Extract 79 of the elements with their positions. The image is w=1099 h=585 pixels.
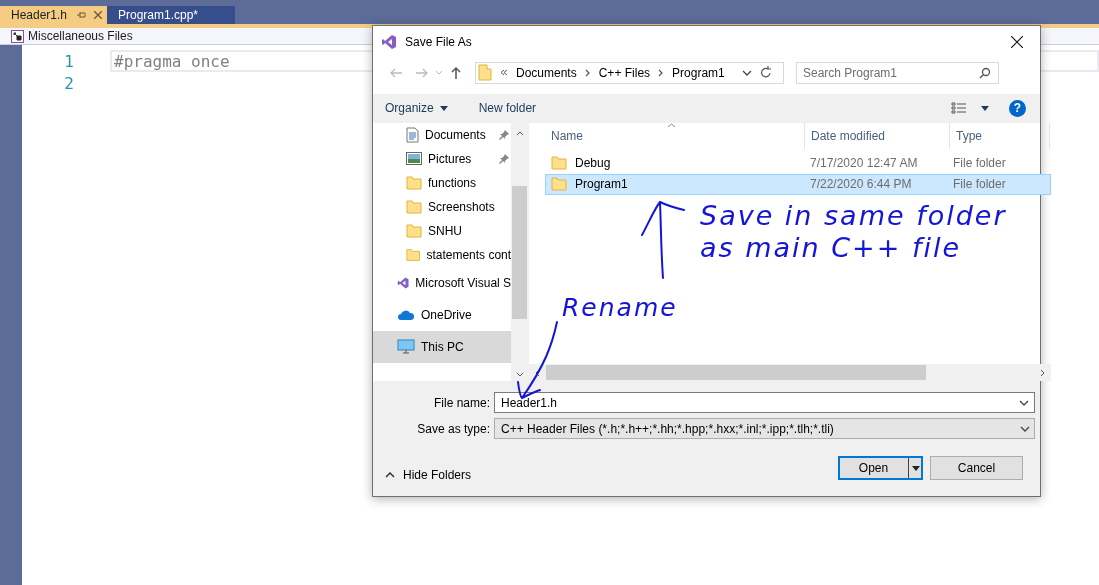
caret-icon [981, 105, 989, 111]
folder-icon [406, 223, 422, 238]
handwritten-note: Rename [562, 293, 678, 323]
dropdown-icon[interactable] [435, 70, 443, 76]
pin-icon[interactable] [77, 11, 86, 19]
vs-logo-icon [381, 34, 397, 50]
pin-icon [499, 153, 510, 164]
scroll-right-icon [1040, 368, 1045, 377]
cancel-button[interactable]: Cancel [930, 456, 1023, 480]
new-folder-button[interactable]: New folder [478, 101, 537, 116]
refresh-icon[interactable] [759, 66, 772, 80]
nav-item[interactable]: This PC [373, 330, 512, 363]
close-icon[interactable] [94, 11, 102, 19]
type-cell: File folder [953, 177, 1006, 192]
file-name-field[interactable]: Header1.h [494, 392, 1035, 413]
file-row[interactable]: Debug 7/17/2020 12:47 AM File folder [545, 152, 1051, 174]
nav-item[interactable]: Pictures [373, 146, 512, 171]
column-header[interactable]: Type [950, 122, 1050, 149]
scroll-down-icon [515, 372, 524, 377]
handwritten-note: Save in same folder as main C++ file [700, 200, 1007, 265]
dropdown-icon [1020, 425, 1030, 432]
nav-item[interactable]: statements cont [373, 242, 512, 267]
overflow-icon [500, 69, 508, 77]
hide-folders-button[interactable]: Hide Folders [385, 468, 472, 482]
field-label: Save as type: [416, 421, 491, 436]
folder-icon [406, 247, 421, 262]
folder-icon [406, 175, 422, 190]
sort-icon [667, 122, 676, 128]
chevron-icon [584, 68, 591, 77]
column-header[interactable]: Date modified [805, 122, 950, 149]
back-icon [389, 67, 403, 78]
line-number: 1 [63, 51, 74, 71]
chevron-icon [658, 68, 665, 77]
folder-icon [551, 177, 567, 192]
folder-icon [478, 64, 492, 82]
scrollbar[interactable] [529, 364, 1051, 381]
date-cell: 7/17/2020 12:47 AM [810, 156, 918, 171]
nav-item[interactable]: SNHU [373, 218, 512, 243]
caret-icon [911, 465, 920, 471]
editor-tab[interactable]: Program1.cpp* [107, 6, 235, 24]
file-type-dropdown[interactable]: C++ Header Files (*.h;*.h++;*.hh;*.hpp;*.hxx;*.inl;*.ipp;*.tlh;*.tli) [494, 418, 1035, 439]
search-field[interactable]: Search Program1 [796, 61, 999, 84]
organize-menu[interactable]: Organize [385, 101, 448, 116]
file-name: Program1 [575, 177, 628, 192]
document-icon [406, 126, 419, 143]
search-icon [979, 66, 991, 79]
help-button[interactable]: ? [1009, 99, 1026, 117]
pictures-icon [406, 152, 422, 166]
chevron-up-icon [385, 472, 395, 478]
line-number: 2 [63, 73, 74, 93]
nav-item[interactable]: Microsoft Visual S [373, 266, 512, 299]
column-header[interactable]: Name [545, 122, 805, 149]
pin-icon [499, 129, 510, 140]
address-bar[interactable]: Documents C++ Files Program1 [475, 61, 784, 84]
date-cell: 7/22/2020 6:44 PM [810, 177, 912, 192]
scope-label: Miscellaneous Files [28, 29, 133, 43]
file-name: Debug [575, 156, 611, 171]
dropdown-icon [741, 69, 752, 76]
folder-icon [406, 199, 422, 214]
folder-icon [551, 156, 567, 171]
cloud-icon [397, 308, 415, 321]
scroll-up-icon [515, 130, 524, 136]
type-cell: File folder [953, 156, 1006, 171]
nav-item[interactable]: Screenshots [373, 194, 512, 219]
caret-icon [439, 105, 448, 111]
computer-icon [397, 339, 415, 355]
open-button[interactable]: Open [838, 456, 924, 480]
forward-icon [415, 67, 429, 78]
nav-item[interactable]: Documents [373, 122, 512, 147]
dialog-title: Save File As [405, 35, 472, 49]
view-icon[interactable] [951, 102, 967, 115]
nav-item[interactable]: functions [373, 170, 512, 195]
field-label: File name: [432, 395, 491, 410]
close-icon [1011, 36, 1023, 48]
dropdown-icon [1019, 400, 1029, 406]
nav-item[interactable]: OneDrive [373, 298, 512, 331]
file-row[interactable]: Program1 7/22/2020 6:44 PM File folder [545, 173, 1051, 195]
editor-tab[interactable]: Header1.h [0, 6, 107, 24]
up-icon [451, 66, 461, 80]
